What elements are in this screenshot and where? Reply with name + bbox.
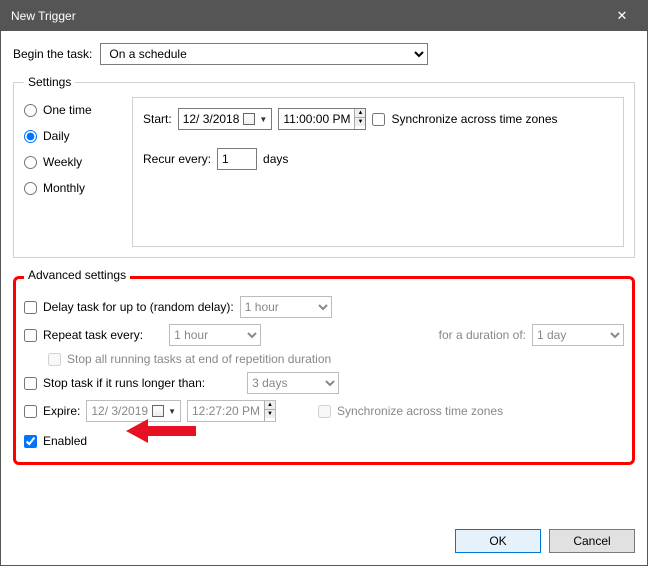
chevron-down-icon: ▼ [168, 407, 176, 416]
annotation-arrow [126, 416, 196, 446]
start-label: Start: [143, 112, 172, 126]
duration-label: for a duration of: [439, 328, 526, 342]
start-time-picker[interactable]: 11:00:00 PM ▲▼ [278, 108, 366, 130]
spin-down-icon[interactable]: ▼ [265, 410, 275, 418]
repeat-label: Repeat task every: [43, 328, 143, 342]
dialog-buttons: OK Cancel [1, 519, 647, 565]
settings-group: Settings One time Daily Weekly Monthly S… [13, 75, 635, 258]
recur-value-input[interactable] [217, 148, 257, 170]
start-date-picker[interactable]: 12/ 3/2018 ▼ [178, 108, 273, 130]
chevron-down-icon: ▼ [259, 115, 267, 124]
delay-label: Delay task for up to (random delay): [43, 300, 234, 314]
begin-task-label: Begin the task: [13, 47, 92, 61]
stop-longer-select[interactable]: 3 days [247, 372, 339, 394]
duration-select[interactable]: 1 day [532, 324, 624, 346]
schedule-radio-group: One time Daily Weekly Monthly [24, 97, 120, 247]
spin-up-icon[interactable]: ▲ [355, 109, 365, 118]
expire-checkbox[interactable] [24, 405, 37, 418]
expire-sync-checkbox [318, 405, 331, 418]
stop-longer-label: Stop task if it runs longer than: [43, 376, 205, 390]
stop-all-label: Stop all running tasks at end of repetit… [67, 352, 331, 366]
settings-legend: Settings [24, 75, 75, 89]
radio-daily[interactable]: Daily [24, 129, 120, 143]
dialog-content: Begin the task: On a schedule Settings O… [1, 31, 647, 519]
close-icon[interactable]: ✕ [607, 8, 637, 24]
enabled-label: Enabled [43, 434, 87, 448]
recur-label: Recur every: [143, 152, 211, 166]
enabled-checkbox[interactable] [24, 435, 37, 448]
expire-time-picker[interactable]: 12:27:20 PM ▲▼ [187, 400, 276, 422]
begin-task-select[interactable]: On a schedule [100, 43, 428, 65]
delay-select[interactable]: 1 hour [240, 296, 332, 318]
title-bar: New Trigger ✕ [1, 1, 647, 31]
expire-sync-label: Synchronize across time zones [337, 404, 503, 418]
calendar-icon [243, 113, 255, 125]
advanced-legend: Advanced settings [24, 268, 130, 282]
stop-all-checkbox [48, 353, 61, 366]
schedule-panel: Start: 12/ 3/2018 ▼ 11:00:00 PM ▲▼ Synch… [132, 97, 624, 247]
radio-weekly[interactable]: Weekly [24, 155, 120, 169]
radio-monthly[interactable]: Monthly [24, 181, 120, 195]
radio-one-time[interactable]: One time [24, 103, 120, 117]
repeat-select[interactable]: 1 hour [169, 324, 261, 346]
sync-timezone-checkbox[interactable] [372, 113, 385, 126]
recur-unit-label: days [263, 152, 288, 166]
delay-checkbox[interactable] [24, 301, 37, 314]
cancel-button[interactable]: Cancel [549, 529, 635, 553]
repeat-checkbox[interactable] [24, 329, 37, 342]
advanced-settings-group: Advanced settings Delay task for up to (… [13, 270, 635, 465]
ok-button[interactable]: OK [455, 529, 541, 553]
spin-up-icon[interactable]: ▲ [265, 401, 275, 410]
dialog-window: New Trigger ✕ Begin the task: On a sched… [0, 0, 648, 566]
expire-label: Expire: [43, 404, 80, 418]
sync-timezone-label: Synchronize across time zones [391, 112, 557, 126]
spin-down-icon[interactable]: ▼ [355, 118, 365, 126]
begin-task-row: Begin the task: On a schedule [13, 43, 635, 65]
stop-longer-checkbox[interactable] [24, 377, 37, 390]
window-title: New Trigger [11, 9, 76, 23]
